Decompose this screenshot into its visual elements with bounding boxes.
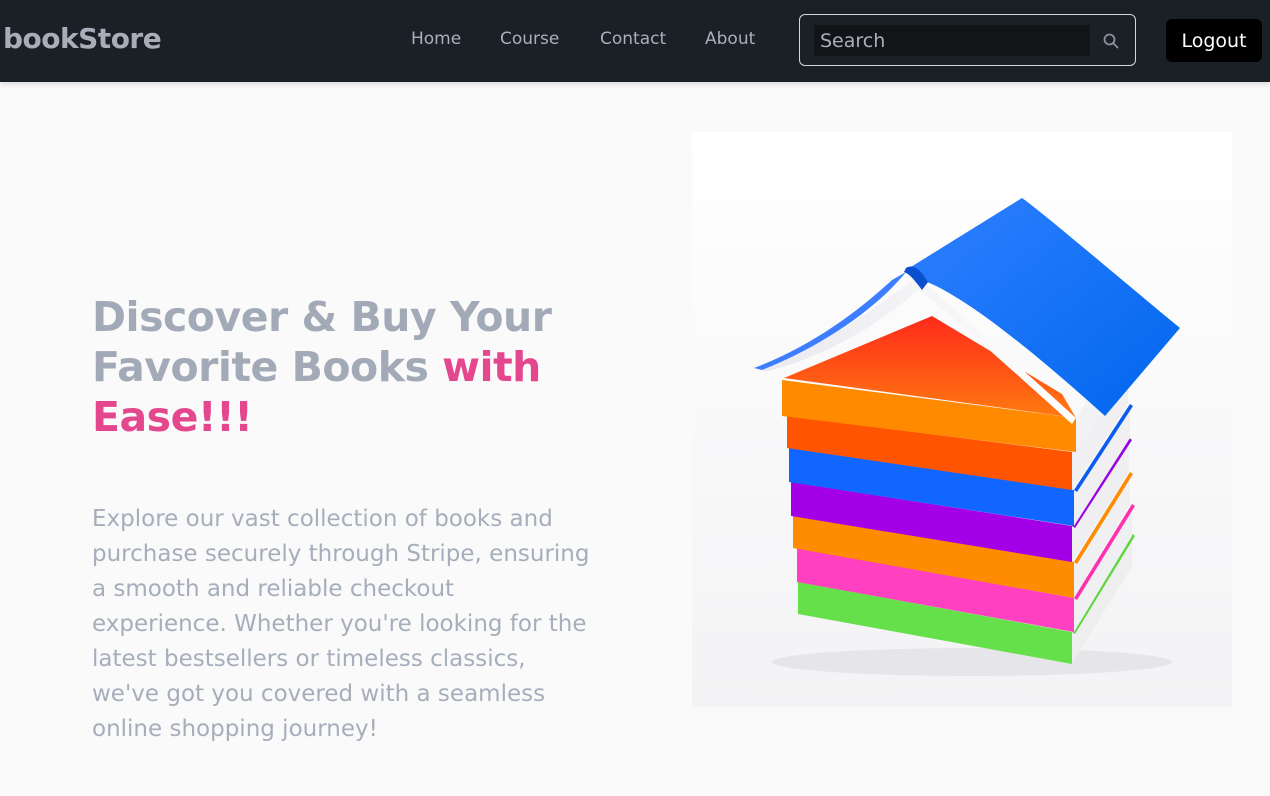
hero-image — [692, 132, 1232, 707]
hero-description: Explore our vast collection of books and… — [92, 506, 590, 742]
search-box — [799, 14, 1136, 66]
search-input[interactable] — [814, 25, 1090, 56]
nav-link-home[interactable]: Home — [411, 29, 461, 49]
nav-link-about[interactable]: About — [705, 29, 755, 49]
brand-logo[interactable]: bookStore — [3, 22, 162, 55]
hero-title: Discover & Buy Your Favorite Books with … — [92, 292, 592, 442]
nav-link-course[interactable]: Course — [500, 29, 559, 49]
navbar: bookStore Home Course Contact About Logo… — [0, 0, 1270, 82]
logout-button[interactable]: Logout — [1166, 19, 1262, 62]
book-stack-illustration — [754, 198, 1180, 676]
nav-link-contact[interactable]: Contact — [600, 29, 666, 49]
search-icon[interactable] — [1102, 32, 1120, 50]
